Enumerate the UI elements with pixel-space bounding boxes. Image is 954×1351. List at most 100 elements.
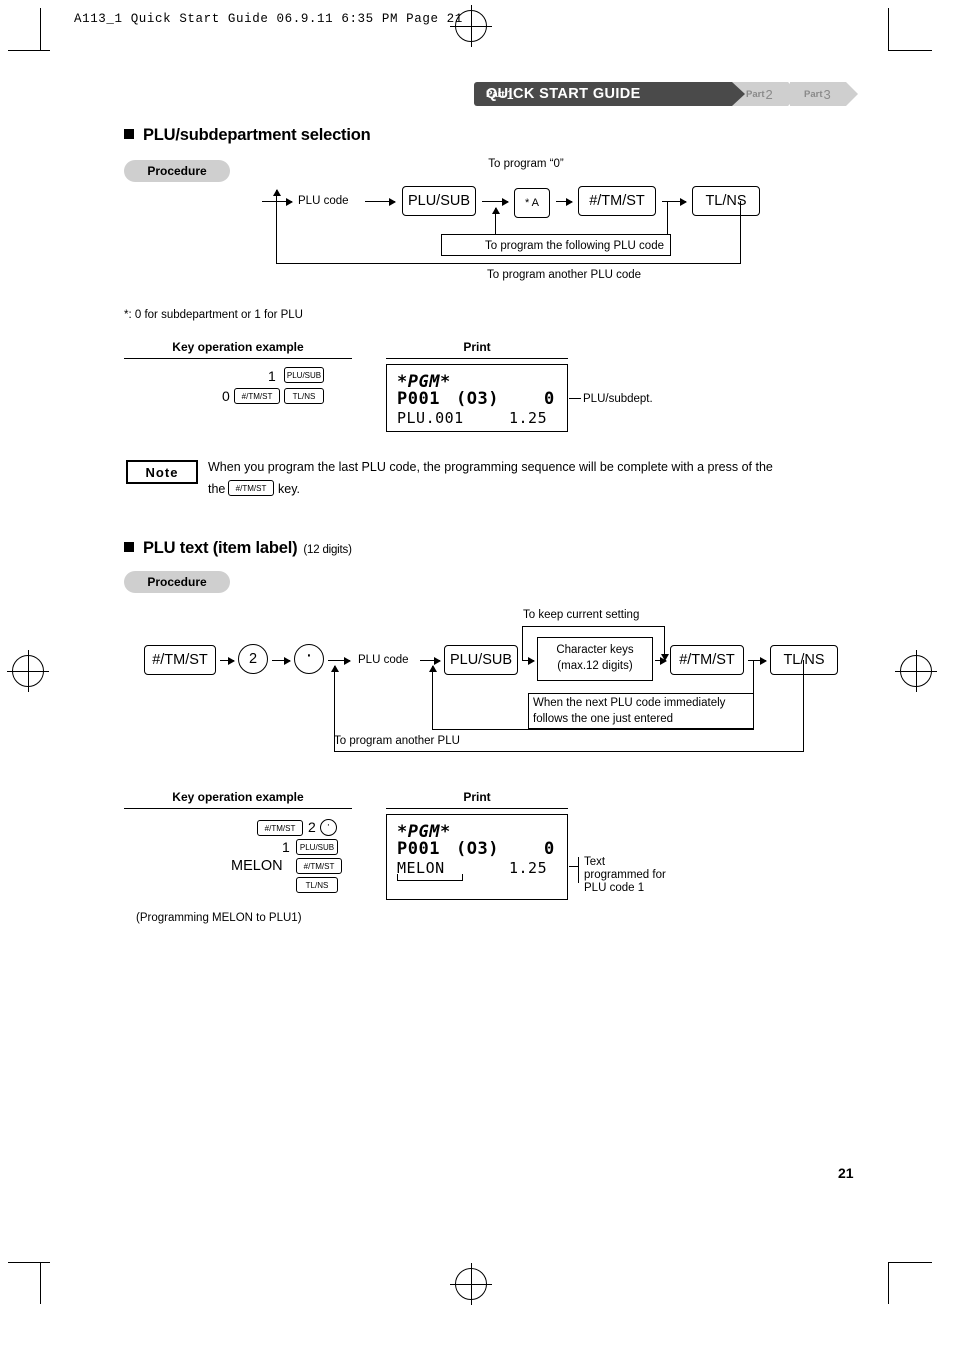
loop1-vertical-right xyxy=(667,201,668,237)
receipt-1-line2-left: PLU.001 xyxy=(397,409,464,427)
example1-key-plusub[interactable]: PLU/SUB xyxy=(284,367,324,383)
nextplu-loop-left-v xyxy=(428,665,437,729)
key-tmst-flow2-end[interactable]: #/TM/ST xyxy=(670,645,744,675)
col-header-key-example-2: Key operation example xyxy=(172,790,304,804)
page: A113_1 Quick Start Guide 06.9.11 6:35 PM… xyxy=(0,0,954,1351)
key-tlns-flow1[interactable]: TL/NS xyxy=(692,186,760,216)
loop2-vertical-right xyxy=(740,201,741,263)
example1-key-tlns[interactable]: TL/NS xyxy=(284,388,324,404)
key-star-a-flow1-label: * A xyxy=(524,197,540,209)
crop-mark-bl-v xyxy=(40,1262,41,1304)
key-tmst-flow1[interactable]: #/TM/ST xyxy=(578,186,656,216)
section2-caption: (Programming MELON to PLU1) xyxy=(136,912,302,924)
registration-mark-bottom xyxy=(450,1263,492,1305)
crop-mark-tr-v xyxy=(888,8,889,50)
note-key-tmst[interactable]: #/TM/ST xyxy=(228,480,274,496)
note-text-line1: When you program the last PLU code, the … xyxy=(208,460,773,474)
note-next-plu-line1: When the next PLU code immediately xyxy=(533,697,726,709)
receipt-2-underline xyxy=(397,880,463,881)
arrow-stara-to-tmst xyxy=(556,197,573,206)
keep-bypass-top-h xyxy=(522,626,664,627)
label-plu-code-2: PLU code xyxy=(358,654,409,666)
key-plusub-flow2-label: PLU/SUB xyxy=(449,652,513,668)
registration-mark-left xyxy=(7,650,49,692)
example1-key-tlns-label: TL/NS xyxy=(292,391,316,401)
example1-num-1: 1 xyxy=(268,368,276,384)
example1-key-tmst[interactable]: #/TM/ST xyxy=(234,388,280,404)
note-following-plu: To program the following PLU code xyxy=(485,240,664,252)
example2-num-2: 2 xyxy=(308,819,316,835)
crop-mark-br-v xyxy=(888,1262,889,1304)
tab-part3[interactable]: Part 3 xyxy=(790,82,858,106)
anotherplu-loop-right-v xyxy=(803,660,804,751)
col-rule-key-example-2 xyxy=(124,808,352,809)
example2-key-tmst-2-label: #/TM/ST xyxy=(303,861,335,871)
example2-key-dot-label: · xyxy=(326,818,331,831)
arrow-plusub-to-charkeys xyxy=(522,656,535,665)
tab-part3-num: 3 xyxy=(823,86,831,102)
example2-key-dot[interactable]: · xyxy=(320,819,337,836)
example2-key-tmst-1-label: #/TM/ST xyxy=(264,823,296,833)
tab-part1-active: Part 1 QUICK START GUIDE xyxy=(474,82,745,106)
section1-procedure-label: Procedure xyxy=(147,164,207,178)
key-dot-flow2-label: · xyxy=(305,644,313,666)
character-keys-line1: Character keys xyxy=(556,644,634,656)
receipt-2-line1-left: P001 xyxy=(397,839,440,859)
key-tmst-flow2-start[interactable]: #/TM/ST xyxy=(144,645,216,675)
note-next-plu-line2: follows the one just entered xyxy=(533,713,674,725)
page-header-tabs: Part 2 Part 3 Part 1 QUICK START GUIDE xyxy=(474,82,858,106)
example1-num-0: 0 xyxy=(222,388,230,404)
receipt-2-underline-tick-l xyxy=(397,874,398,880)
arrow-plusub-to-stara xyxy=(482,197,509,206)
note-another-plu: To program another PLU code xyxy=(487,269,642,281)
key-tmst-flow1-label: #/TM/ST xyxy=(589,193,645,209)
receipt-2-line1-right: 0 xyxy=(544,839,555,859)
character-keys-line2: (max.12 digits) xyxy=(557,660,633,672)
arrow-pludown-to-plusub xyxy=(365,197,396,206)
nextplu-loop-right-v xyxy=(753,660,754,729)
arrow-two-to-dot xyxy=(272,656,291,665)
arrow-tmst-to-tlns-2 xyxy=(748,656,767,665)
key-tlns-flow2[interactable]: TL/NS xyxy=(770,645,838,675)
receipt-2-line2-right: 1.25 xyxy=(509,859,548,877)
header-title: QUICK START GUIDE xyxy=(486,85,641,102)
section1-heading: PLU/subdepartment selection xyxy=(124,126,371,145)
tab-part2-word: Part xyxy=(746,88,765,100)
crop-mark-tl-h xyxy=(8,50,50,51)
key-plusub-flow2[interactable]: PLU/SUB xyxy=(444,645,518,675)
note-key-tmst-label: #/TM/ST xyxy=(235,483,267,493)
key-plusub-flow1[interactable]: PLU/SUB xyxy=(402,186,476,216)
key-two-flow2[interactable]: 2 xyxy=(238,644,268,674)
key-dot-flow2[interactable]: · xyxy=(294,644,324,674)
example2-key-plusub-label: PLU/SUB xyxy=(299,842,335,852)
receipt-1-line1-left: P001 xyxy=(397,389,440,409)
tab-part2-num: 2 xyxy=(765,86,773,102)
key-tmst-flow2-end-label: #/TM/ST xyxy=(679,652,735,668)
section1-heading-text: PLU/subdepartment selection xyxy=(143,126,371,144)
crop-mark-tr-h xyxy=(888,50,932,51)
section2-procedure-badge: Procedure xyxy=(124,571,230,593)
col-rule-print-1 xyxy=(386,358,568,359)
col-rule-key-example-1 xyxy=(124,358,352,359)
callout-1-line xyxy=(569,398,581,399)
example2-text-melon: MELON xyxy=(231,858,283,874)
example2-key-tmst-1[interactable]: #/TM/ST xyxy=(257,820,303,836)
example2-key-tmst-2[interactable]: #/TM/ST xyxy=(296,858,342,874)
col-header-key-example-1: Key operation example xyxy=(172,340,304,354)
receipt-1-line1-mid: (O3) xyxy=(456,389,499,409)
receipt-2-line2-left: MELON xyxy=(397,859,445,877)
example2-key-plusub[interactable]: PLU/SUB xyxy=(296,839,338,855)
note-text-the: the xyxy=(208,482,226,496)
footnote-star: *: 0 for subdepartment or 1 for PLU xyxy=(124,309,303,321)
receipt-1-line1-right: 0 xyxy=(544,389,555,409)
example1-key-tmst-label: #/TM/ST xyxy=(241,391,273,401)
key-star-a-flow1[interactable]: * A xyxy=(514,188,550,218)
section2-procedure-label: Procedure xyxy=(147,575,207,589)
loop2-vertical-left xyxy=(272,189,281,263)
section2-heading-text: PLU text (item label) xyxy=(143,539,298,557)
note-program-zero: To program “0” xyxy=(488,158,564,170)
example2-num-1: 1 xyxy=(282,839,290,855)
example2-key-tlns[interactable]: TL/NS xyxy=(296,877,338,893)
crop-mark-tl-v xyxy=(40,8,41,50)
label-plu-code-1: PLU code xyxy=(298,195,349,207)
